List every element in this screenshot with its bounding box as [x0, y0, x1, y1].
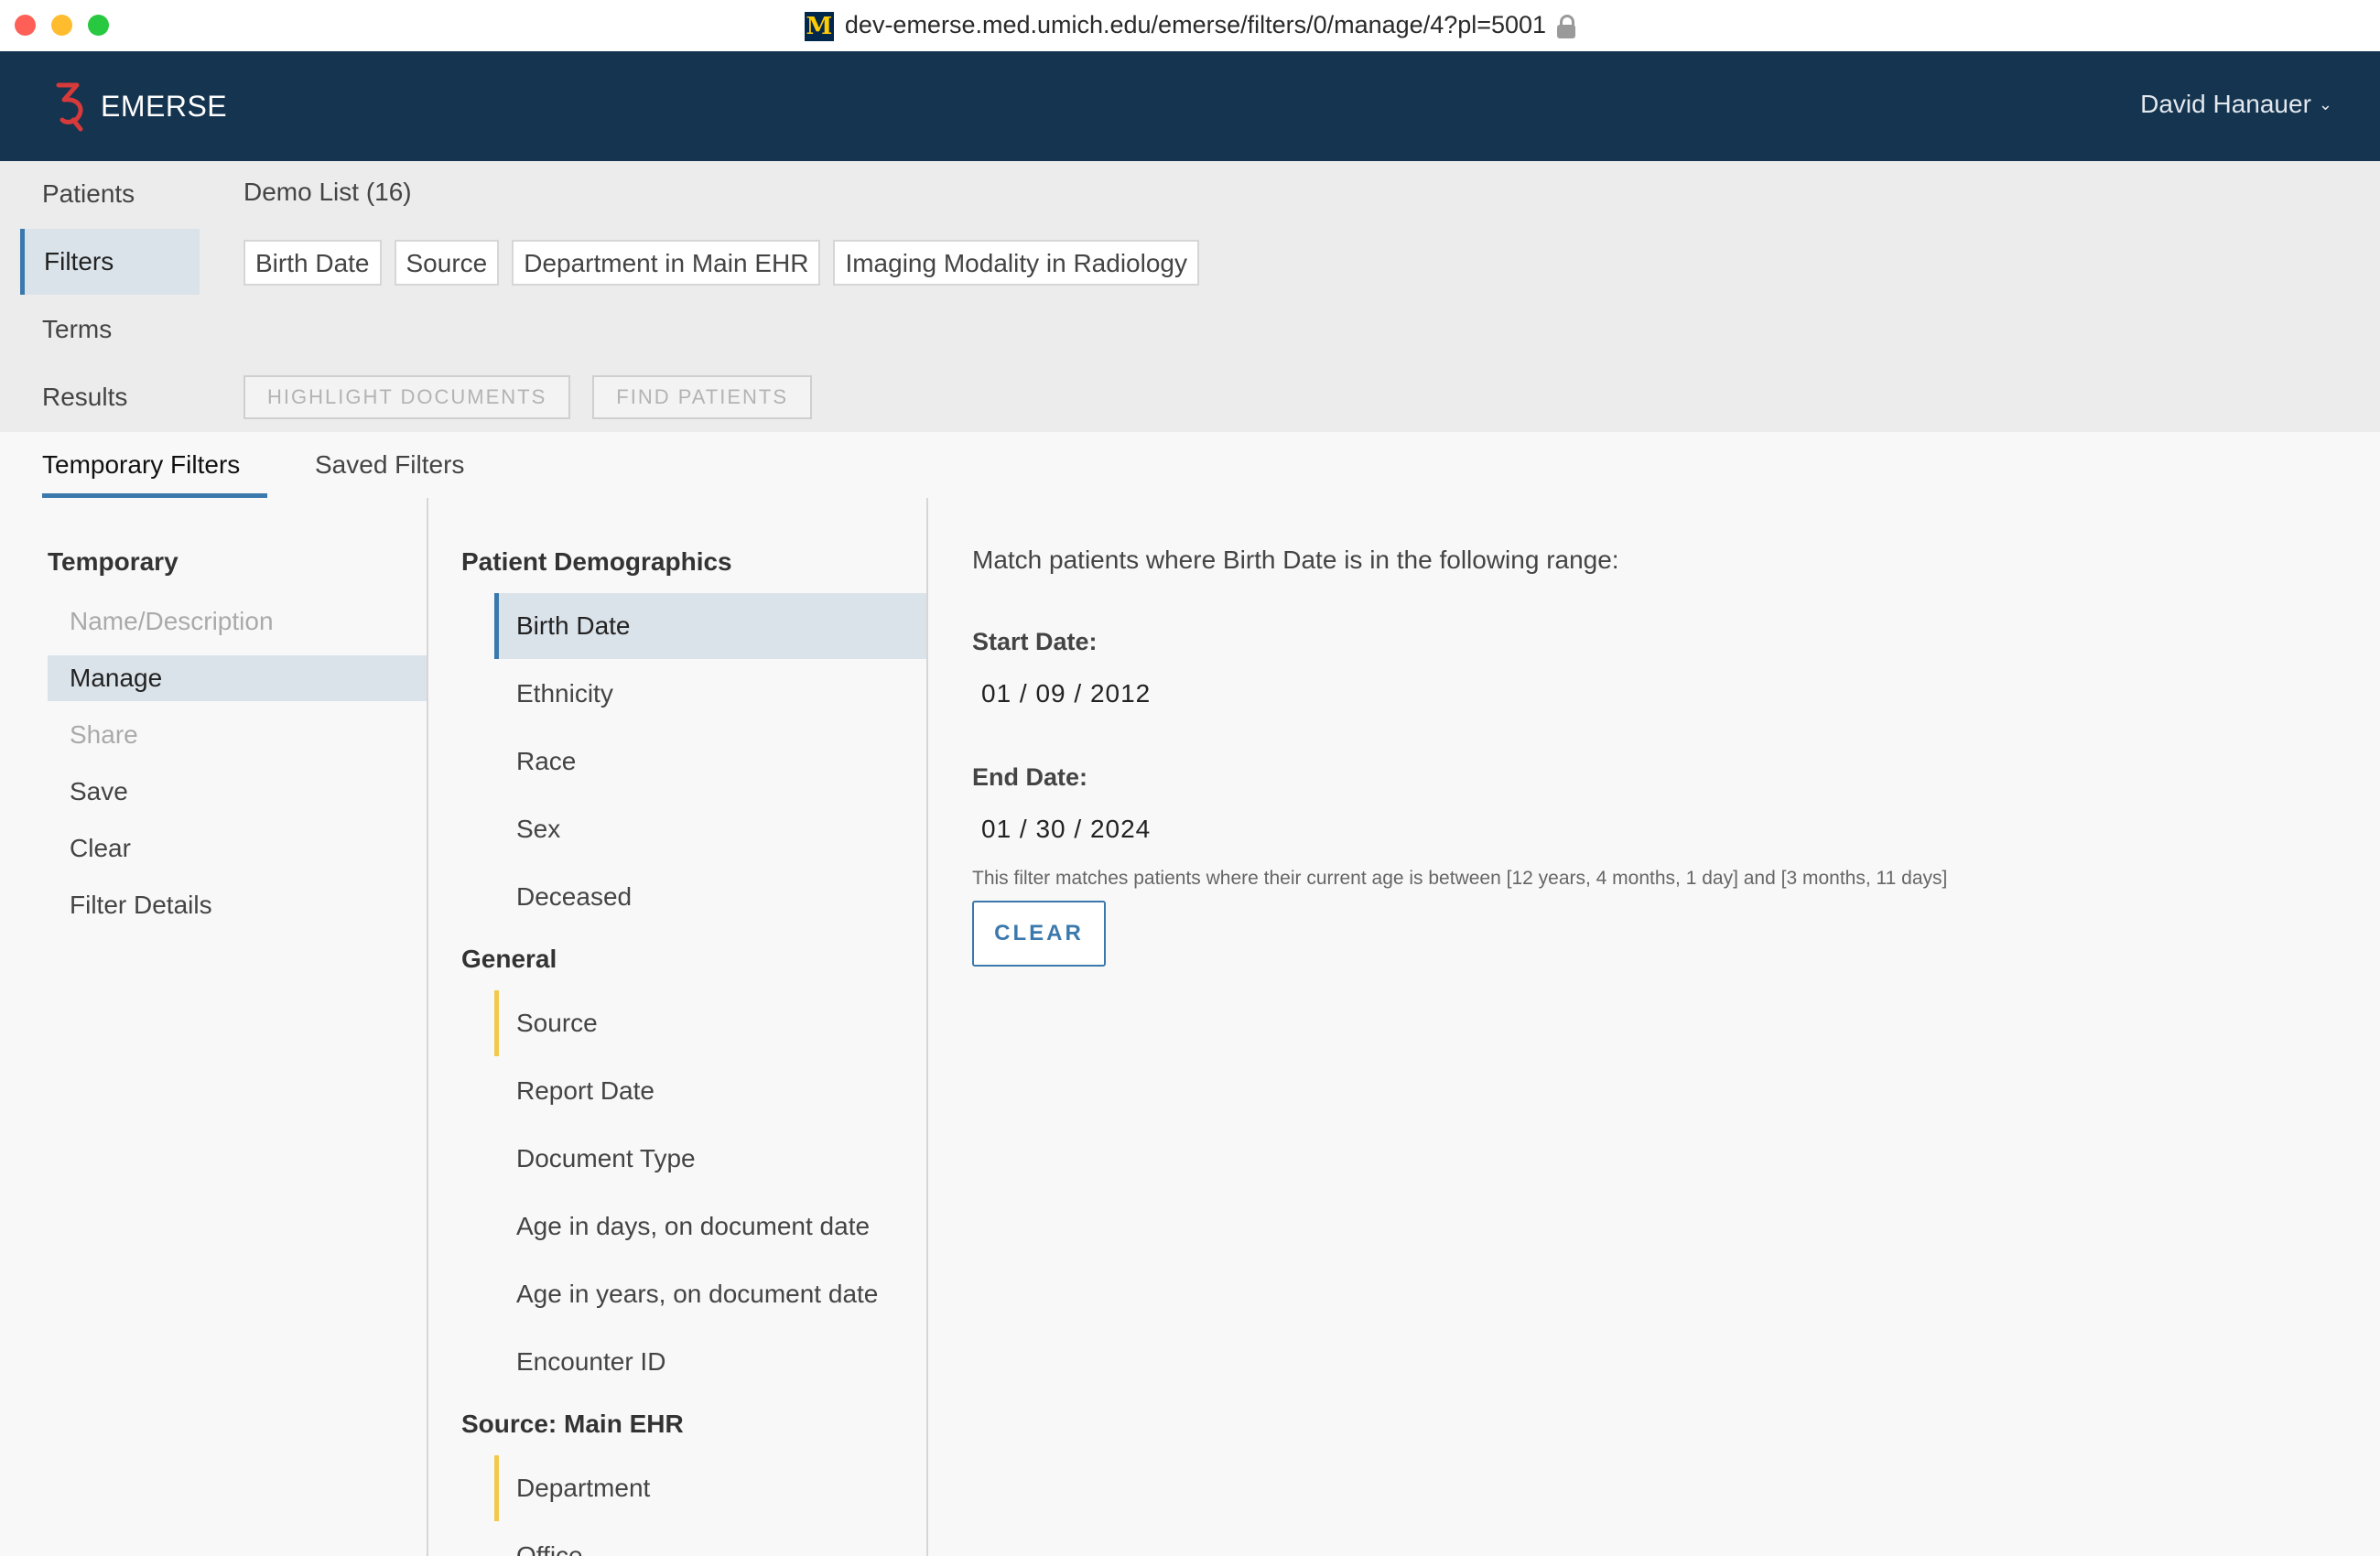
side-item-share[interactable]: Share [48, 712, 427, 758]
find-patients-button[interactable]: FIND PATIENTS [592, 375, 813, 419]
filter-detail-panel: Match patients where Birth Date is in th… [928, 498, 2380, 1556]
filter-item-document-type[interactable]: Document Type [494, 1126, 926, 1192]
clear-button[interactable]: CLEAR [972, 901, 1106, 967]
filter-description: Match patients where Birth Date is in th… [972, 546, 1619, 574]
filter-chip-birth-date[interactable]: Birth Date [243, 240, 382, 286]
active-filter-chips: Birth Date Source Department in Main EHR… [243, 240, 1199, 286]
app-logo[interactable]: EMERSE [53, 79, 227, 134]
filter-category-list: Patient Demographics Birth Date Ethnicit… [428, 498, 928, 1556]
nav-item-terms[interactable]: Terms [20, 297, 200, 362]
user-name: David Hanauer [2140, 90, 2311, 118]
side-menu-heading: Temporary [48, 547, 178, 576]
nav-item-patients[interactable]: Patients [20, 161, 200, 227]
filter-chip-department[interactable]: Department in Main EHR [512, 240, 821, 286]
filter-item-department[interactable]: Department [494, 1455, 926, 1521]
filter-item-source[interactable]: Source [494, 990, 926, 1056]
start-date-input[interactable]: 01 / 09 / 2012 [981, 679, 1151, 708]
nav-item-results[interactable]: Results [20, 364, 200, 430]
filter-item-sex[interactable]: Sex [494, 796, 926, 862]
filter-item-age-in-years[interactable]: Age in years, on document date [494, 1261, 926, 1327]
filter-item-office[interactable]: Office [494, 1523, 926, 1556]
patient-list-title[interactable]: Demo List (16) [243, 178, 412, 207]
filter-tabs: Temporary Filters Saved Filters [0, 432, 2380, 500]
side-item-manage[interactable]: Manage [48, 655, 427, 701]
filter-item-report-date[interactable]: Report Date [494, 1058, 926, 1124]
nav-item-filters[interactable]: Filters [20, 229, 200, 295]
tab-temporary-filters[interactable]: Temporary Filters [42, 432, 267, 498]
group-heading-general: General [461, 945, 557, 973]
tab-saved-filters[interactable]: Saved Filters [315, 432, 464, 498]
chevron-down-icon: ⌄ [2318, 94, 2332, 113]
filter-chip-source[interactable]: Source [394, 240, 500, 286]
age-range-note: This filter matches patients where their… [972, 868, 1948, 889]
url-text: dev-emerse.med.umich.edu/emerse/filters/… [844, 11, 1547, 38]
side-item-filter-details[interactable]: Filter Details [48, 882, 427, 928]
group-heading-patient-demographics: Patient Demographics [461, 547, 732, 576]
filter-item-ethnicity[interactable]: Ethnicity [494, 661, 926, 727]
filter-item-encounter-id[interactable]: Encounter ID [494, 1329, 926, 1395]
filter-chip-imaging-modality[interactable]: Imaging Modality in Radiology [833, 240, 1199, 286]
workflow-nav: Patients Filters Terms Results Demo List… [0, 161, 2380, 432]
filter-item-birth-date[interactable]: Birth Date [494, 593, 926, 659]
filter-item-age-in-days[interactable]: Age in days, on document date [494, 1194, 926, 1259]
filter-side-menu: Temporary Name/Description Manage Share … [0, 498, 428, 1556]
side-item-name-description[interactable]: Name/Description [48, 599, 427, 644]
address-bar[interactable]: Mdev-emerse.med.umich.edu/emerse/filters… [0, 11, 2380, 41]
app-header: EMERSE David Hanauer ⌄ [0, 51, 2380, 161]
filter-item-deceased[interactable]: Deceased [494, 864, 926, 930]
browser-toolbar: Mdev-emerse.med.umich.edu/emerse/filters… [0, 0, 2380, 52]
highlight-documents-button[interactable]: HIGHLIGHT DOCUMENTS [243, 375, 571, 419]
result-actions: HIGHLIGHT DOCUMENTS FIND PATIENTS [243, 375, 813, 419]
filter-item-race[interactable]: Race [494, 729, 926, 794]
lock-icon [1557, 14, 1576, 38]
group-heading-source-main-ehr: Source: Main EHR [461, 1410, 684, 1438]
start-date-label: Start Date: [972, 628, 1098, 655]
umich-favicon-icon: M [804, 11, 834, 41]
app-name: EMERSE [101, 89, 228, 123]
emerse-logo-icon [56, 82, 83, 132]
user-menu[interactable]: David Hanauer ⌄ [2140, 90, 2332, 119]
end-date-label: End Date: [972, 763, 1088, 791]
end-date-input[interactable]: 01 / 30 / 2024 [981, 815, 1151, 844]
side-item-clear[interactable]: Clear [48, 826, 427, 871]
side-item-save[interactable]: Save [48, 769, 427, 815]
